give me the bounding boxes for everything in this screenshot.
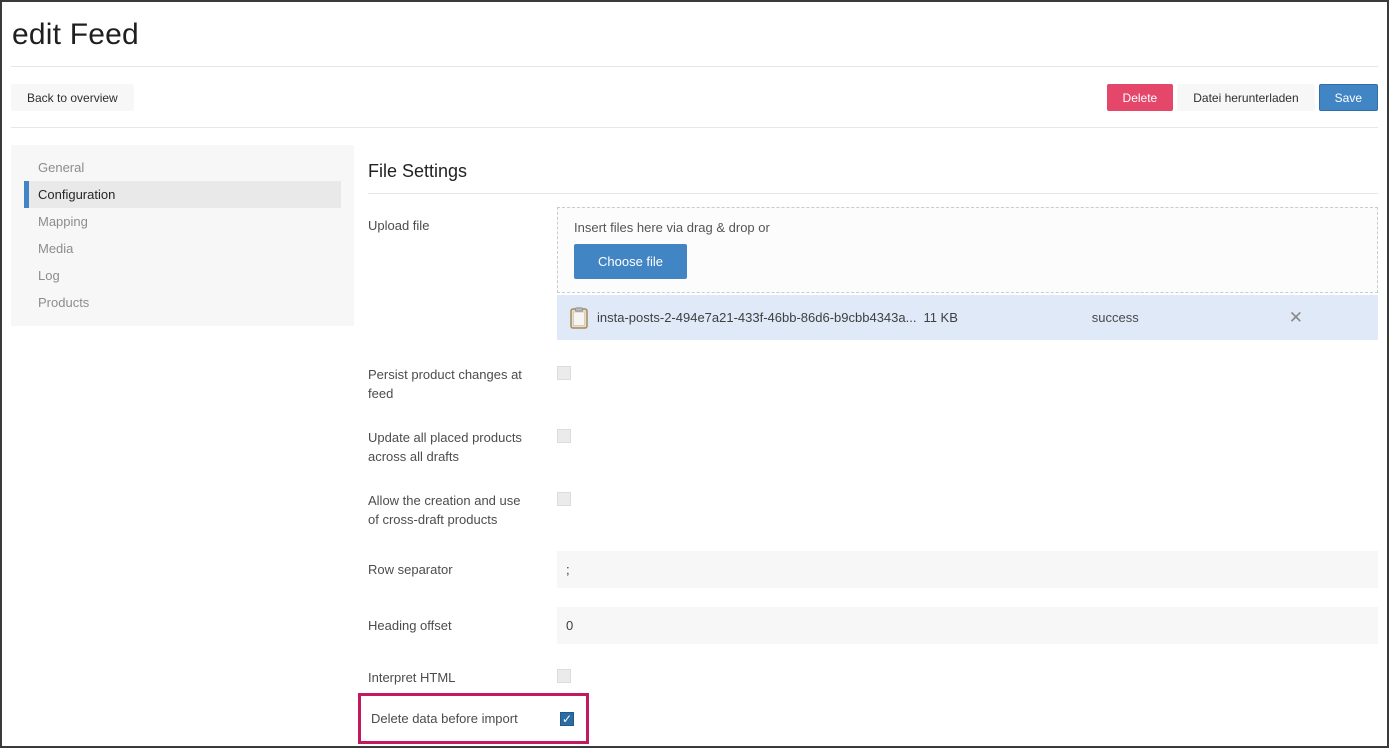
upload-file-label: Upload file [368,207,557,235]
main-panel: File Settings Upload file Insert files h… [368,145,1378,744]
remove-file-icon[interactable]: ✕ [1289,309,1303,326]
delete-before-import-row: Delete data before import [358,693,1378,744]
heading-offset-label: Heading offset [368,616,557,635]
upload-file-row: Upload file Insert files here via drag &… [368,207,1378,340]
dropzone-text: Insert files here via drag & drop or [574,220,1361,235]
row-separator-label: Row separator [368,560,557,579]
update-all-label: Update all placed products across all dr… [368,428,557,466]
file-status: success [1092,310,1139,325]
row-separator-row: Row separator [368,551,1378,588]
update-all-checkbox[interactable] [557,429,571,443]
sidebar-item-products[interactable]: Products [11,289,354,316]
cross-draft-row: Allow the creation and use of cross-draf… [368,491,1378,529]
file-name: insta-posts-2-494e7a21-433f-46bb-86d6-b9… [597,310,916,325]
delete-before-import-checkbox[interactable] [560,712,574,726]
cross-draft-checkbox[interactable] [557,492,571,506]
page-title: edit Feed [11,2,1378,66]
choose-file-button[interactable]: Choose file [574,244,687,279]
file-icon [570,307,588,329]
row-separator-input[interactable] [557,551,1378,588]
heading-offset-input[interactable] [557,607,1378,644]
sidebar-item-log[interactable]: Log [11,262,354,289]
heading-offset-row: Heading offset [368,607,1378,644]
content: General Configuration Mapping Media Log … [11,128,1378,744]
section-title: File Settings [368,161,1378,182]
download-file-button[interactable]: Datei herunterladen [1177,84,1314,111]
sidebar-item-media[interactable]: Media [11,235,354,262]
interpret-html-checkbox[interactable] [557,669,571,683]
persist-checkbox[interactable] [557,366,571,380]
page: edit Feed Back to overview Delete Datei … [0,0,1389,748]
sidebar-item-general[interactable]: General [11,154,354,181]
upload-dropzone[interactable]: Insert files here via drag & drop or Cho… [557,207,1378,293]
delete-before-import-label: Delete data before import [371,709,560,728]
sidebar: General Configuration Mapping Media Log … [11,145,354,326]
persist-row: Persist product changes at feed [368,365,1378,403]
uploaded-file-row: insta-posts-2-494e7a21-433f-46bb-86d6-b9… [557,295,1378,340]
persist-label: Persist product changes at feed [368,365,557,403]
cross-draft-label: Allow the creation and use of cross-draf… [368,491,557,529]
annotation-highlight-box: Delete data before import [358,693,589,744]
back-to-overview-button[interactable]: Back to overview [11,84,134,111]
update-all-row: Update all placed products across all dr… [368,428,1378,466]
upload-control: Insert files here via drag & drop or Cho… [557,207,1378,340]
delete-button[interactable]: Delete [1107,84,1174,111]
sidebar-item-configuration[interactable]: Configuration [24,181,341,208]
sidebar-item-mapping[interactable]: Mapping [11,208,354,235]
file-size: 11 KB [923,310,957,325]
section-divider [368,193,1378,194]
save-button[interactable]: Save [1319,84,1378,111]
interpret-html-row: Interpret HTML [368,668,1378,687]
interpret-html-label: Interpret HTML [368,668,557,687]
toolbar: Back to overview Delete Datei herunterla… [11,67,1378,127]
